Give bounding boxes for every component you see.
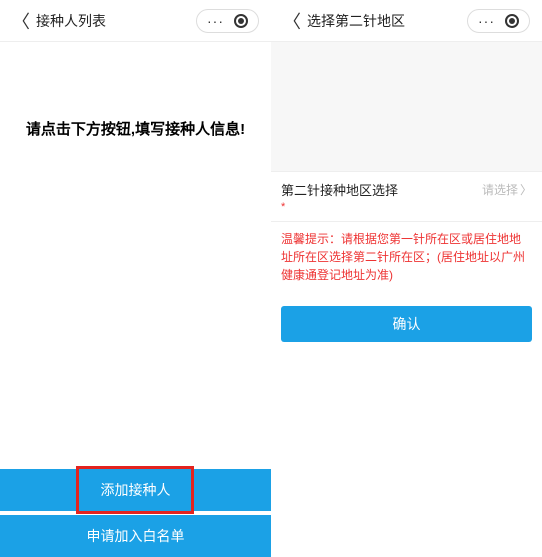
field-placeholder: 请选择 — [482, 181, 518, 198]
apply-whitelist-button[interactable]: 申请加入白名单 — [0, 515, 271, 557]
header-right: 〈 选择第二针地区 ··· — [271, 0, 542, 42]
required-mark: * — [281, 201, 532, 213]
back-icon[interactable]: 〈 — [12, 8, 30, 34]
field-label: 第二针接种地区选择 — [281, 180, 482, 199]
menu-dots-icon[interactable]: ··· — [478, 13, 495, 29]
confirm-button[interactable]: 确认 — [281, 306, 532, 342]
warning-tip: 温馨提示：请根据您第一针所在区或居住地地址所在区选择第二针所在区；(居住地址以广… — [271, 222, 542, 298]
back-icon[interactable]: 〈 — [283, 8, 301, 34]
bottom-actions: 添加接种人 申请加入白名单 — [0, 469, 271, 557]
left-pane: 〈 接种人列表 ··· 请点击下方按钮,填写接种人信息! 添加接种人 申请加入白… — [0, 0, 271, 557]
spacer — [271, 42, 542, 172]
chevron-right-icon: 〉 — [520, 181, 532, 198]
page-title-right: 选择第二针地区 — [307, 11, 467, 31]
close-target-icon[interactable] — [234, 14, 248, 28]
capsule-left[interactable]: ··· — [196, 9, 259, 33]
close-target-icon[interactable] — [505, 14, 519, 28]
capsule-right[interactable]: ··· — [467, 9, 530, 33]
add-recipient-button[interactable]: 添加接种人 — [0, 469, 271, 511]
header-left: 〈 接种人列表 ··· — [0, 0, 271, 42]
region-select-field[interactable]: 第二针接种地区选择 请选择 〉 * — [271, 172, 542, 222]
page-title-left: 接种人列表 — [36, 11, 196, 31]
menu-dots-icon[interactable]: ··· — [207, 13, 224, 29]
empty-state-message: 请点击下方按钮,填写接种人信息! — [0, 118, 271, 139]
right-pane: 〈 选择第二针地区 ··· 第二针接种地区选择 请选择 〉 * 温馨提示：请根据… — [271, 0, 542, 557]
